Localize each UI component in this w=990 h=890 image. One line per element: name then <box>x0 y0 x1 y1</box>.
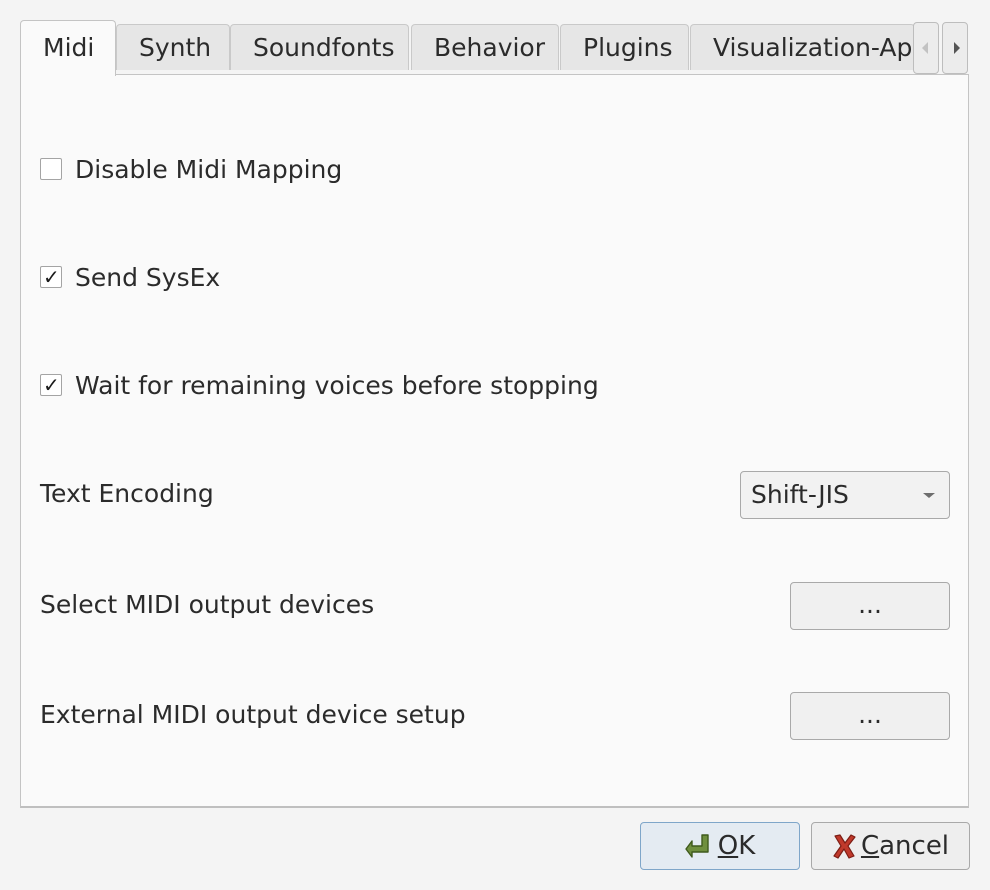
disable-midi-mapping-option[interactable]: Disable Midi Mapping <box>40 153 342 185</box>
text-encoding-select[interactable]: Shift-JIS <box>740 471 950 519</box>
disable-midi-mapping-checkbox[interactable] <box>40 158 62 180</box>
button-label: ... <box>858 700 882 729</box>
disable-midi-mapping-label: Disable Midi Mapping <box>75 154 343 184</box>
ok-label: OK <box>717 831 756 861</box>
chevron-right-icon <box>954 42 960 54</box>
wait-for-voices-label: Wait for remaining voices before stoppin… <box>75 370 599 400</box>
red-x-icon <box>832 832 858 860</box>
dropdown-arrow-icon <box>923 493 935 498</box>
send-sysex-option[interactable]: ✓ Send SysEx <box>40 261 220 293</box>
tab-synth[interactable]: Synth <box>116 24 230 70</box>
checkmark-icon: ✓ <box>43 373 60 397</box>
send-sysex-checkbox[interactable]: ✓ <box>40 265 62 289</box>
settings-tab-bar: Midi Synth Soundfonts Behavior Plugins V… <box>20 20 970 76</box>
tab-behavior[interactable]: Behavior <box>411 24 559 70</box>
midi-settings-page: Disable Midi Mapping ✓ Send SysEx ✓ Wait… <box>20 74 969 808</box>
cancel-button[interactable]: Cancel <box>811 822 970 870</box>
tab-soundfonts[interactable]: Soundfonts <box>230 24 409 70</box>
wait-for-voices-checkbox[interactable]: ✓ <box>40 373 62 397</box>
enter-arrow-icon <box>685 832 715 860</box>
select-midi-output-devices-button[interactable]: ... <box>790 582 950 630</box>
chevron-left-icon <box>922 42 928 54</box>
tab-label: Behavior <box>434 33 546 62</box>
ok-button[interactable]: OK <box>640 822 800 870</box>
tab-midi[interactable]: Midi <box>20 20 116 76</box>
tab-label: Synth <box>139 33 212 62</box>
tab-label: Visualization-App <box>713 33 915 62</box>
external-midi-device-setup-button[interactable]: ... <box>790 692 950 740</box>
select-midi-output-devices-label: Select MIDI output devices <box>40 590 375 619</box>
tab-label: Plugins <box>583 33 673 62</box>
external-midi-device-setup-label: External MIDI output device setup <box>40 700 466 729</box>
text-encoding-value: Shift-JIS <box>751 480 849 509</box>
tab-label: Soundfonts <box>253 33 395 62</box>
wait-for-voices-option[interactable]: ✓ Wait for remaining voices before stopp… <box>40 369 599 401</box>
tab-scroll-left-button[interactable] <box>913 22 939 74</box>
tab-visualization-app[interactable]: Visualization-App <box>690 24 915 70</box>
cancel-label: Cancel <box>860 831 950 861</box>
text-encoding-label: Text Encoding <box>40 479 214 508</box>
send-sysex-label: Send SysEx <box>75 262 221 292</box>
tab-plugins[interactable]: Plugins <box>560 24 689 70</box>
tab-scroll-right-button[interactable] <box>942 22 968 74</box>
button-label: ... <box>858 590 882 619</box>
tab-label: Midi <box>43 33 95 62</box>
checkmark-icon: ✓ <box>43 265 60 289</box>
